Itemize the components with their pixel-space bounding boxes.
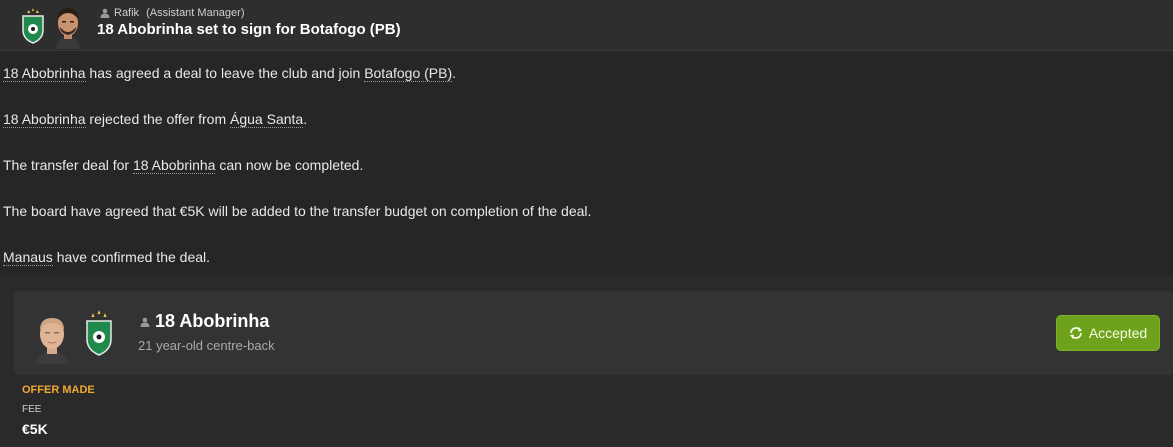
player-avatar[interactable] (32, 312, 72, 364)
paragraph-board-budget: The board have agreed that €5K will be a… (3, 200, 1163, 246)
sender-line: Rafik (Assistant Manager) (100, 7, 245, 19)
paragraph-end: . (303, 111, 308, 127)
refresh-icon (1069, 327, 1082, 339)
paragraph-text: can now be completed. (215, 157, 364, 173)
player-description: 21 year-old centre-back (138, 338, 275, 353)
paragraph-agreed-deal: 18 Abobrinha has agreed a deal to leave … (3, 62, 1163, 108)
sender-name[interactable]: Rafik (114, 7, 139, 19)
message-header: Rafik (Assistant Manager) 18 Abobrinha s… (0, 0, 1173, 51)
message-body: 18 Abobrinha has agreed a deal to leave … (3, 62, 1163, 292)
person-icon (100, 8, 110, 18)
paragraph-text: The transfer deal for (3, 157, 133, 173)
paragraph-text: rejected the offer from (85, 111, 231, 127)
club-link-manaus[interactable]: Manaus (3, 249, 53, 266)
transfer-card-section: 18 Abobrinha 21 year-old centre-back Acc… (0, 276, 1173, 447)
accepted-label: Accepted (1088, 325, 1148, 341)
club-crest-icon[interactable] (84, 309, 114, 357)
paragraph-can-complete: The transfer deal for 18 Abobrinha can n… (3, 154, 1163, 200)
message-subject: 18 Abobrinha set to sign for Botafogo (P… (97, 21, 401, 38)
fee-value: €5K (22, 421, 48, 437)
paragraph-text: has agreed a deal to leave the club and … (85, 65, 365, 81)
club-link-agua-santa[interactable]: Água Santa (230, 111, 304, 128)
player-name-line: 18 Abobrinha (140, 311, 269, 332)
player-link[interactable]: 18 Abobrinha (3, 111, 86, 128)
sender-role: (Assistant Manager) (146, 7, 245, 19)
player-link[interactable]: 18 Abobrinha (132, 157, 216, 174)
offer-made-label: OFFER MADE (22, 384, 95, 396)
paragraph-text: The board have agreed that €5K will be a… (3, 203, 592, 219)
fee-label: FEE (22, 404, 42, 415)
player-name[interactable]: 18 Abobrinha (155, 311, 269, 332)
player-link[interactable]: 18 Abobrinha (3, 65, 86, 82)
club-crest-icon[interactable] (20, 8, 46, 44)
club-link-botafogo[interactable]: Botafogo (PB) (364, 65, 453, 82)
assistant-manager-avatar[interactable] (50, 3, 86, 49)
player-card: 18 Abobrinha 21 year-old centre-back Acc… (14, 291, 1173, 375)
paragraph-rejected-offer: 18 Abobrinha rejected the offer from Águ… (3, 108, 1163, 154)
paragraph-text: have confirmed the deal. (52, 249, 211, 265)
person-icon (140, 317, 150, 327)
accepted-status-button[interactable]: Accepted (1056, 315, 1160, 351)
paragraph-end: . (452, 65, 457, 81)
